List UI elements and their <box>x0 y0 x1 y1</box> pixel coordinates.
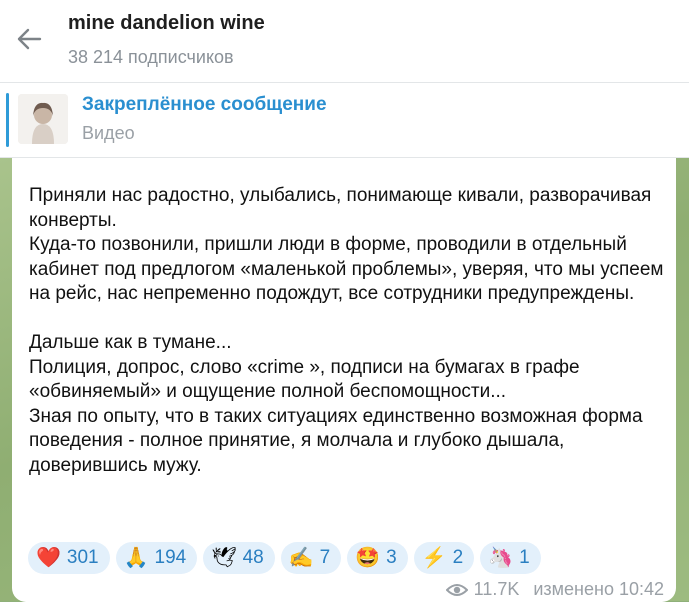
reaction-star-struck[interactable]: 🤩 3 <box>347 542 408 574</box>
reaction-writing-hand[interactable]: ✍ 7 <box>280 542 342 574</box>
writing-hand-icon: ✍ <box>288 547 314 569</box>
pinned-indicator <box>6 93 9 147</box>
pinned-title: Закреплённое сообщение <box>82 94 327 115</box>
reaction-unicorn[interactable]: 🦄 1 <box>480 542 541 574</box>
reaction-count: 3 <box>386 547 397 568</box>
channel-title[interactable]: mine dandelion wine <box>68 12 265 35</box>
reaction-count: 194 <box>154 547 187 568</box>
pinned-message-bar[interactable]: Закреплённое сообщение Видео <box>0 83 689 158</box>
star-struck-icon: 🤩 <box>355 547 381 569</box>
reaction-count: 48 <box>242 547 264 568</box>
reaction-lightning[interactable]: ⚡ 2 <box>413 542 475 574</box>
folded-hands-icon: 🙏 <box>123 547 149 569</box>
message-meta: 11.7K изменено 10:42 <box>445 579 664 600</box>
reaction-heart[interactable]: ❤️ 301 <box>28 542 110 574</box>
reactions-bar: ❤️ 301 🙏 194 🕊 48 ✍ 7 🤩 3 ⚡ 2 🦄 1 <box>28 542 541 576</box>
back-arrow-icon[interactable] <box>14 24 44 54</box>
pinned-video-thumbnail <box>18 94 68 144</box>
dove-icon: 🕊 <box>211 547 237 569</box>
edited-timestamp: изменено 10:42 <box>533 579 664 599</box>
message-text: Приняли нас радостно, улыбались, понимаю… <box>29 185 664 476</box>
unicorn-icon: 🦄 <box>488 547 514 569</box>
pinned-subtitle: Видео <box>82 123 135 143</box>
reaction-count: 1 <box>519 547 530 568</box>
reaction-count: 301 <box>66 547 99 568</box>
channel-header: mine dandelion wine 38 214 подписчиков <box>0 0 689 83</box>
message-bubble: Приняли нас радостно, улыбались, понимаю… <box>12 158 676 602</box>
reaction-count: 7 <box>319 547 331 568</box>
view-count: 11.7K <box>473 579 520 599</box>
reaction-folded-hands[interactable]: 🙏 194 <box>115 542 198 574</box>
eye-icon <box>445 583 468 596</box>
reaction-dove[interactable]: 🕊 48 <box>203 542 275 574</box>
subscriber-count: 38 214 подписчиков <box>68 47 234 67</box>
heart-icon: ❤️ <box>36 547 61 569</box>
reaction-count: 2 <box>452 547 464 568</box>
lightning-icon: ⚡ <box>421 547 447 569</box>
